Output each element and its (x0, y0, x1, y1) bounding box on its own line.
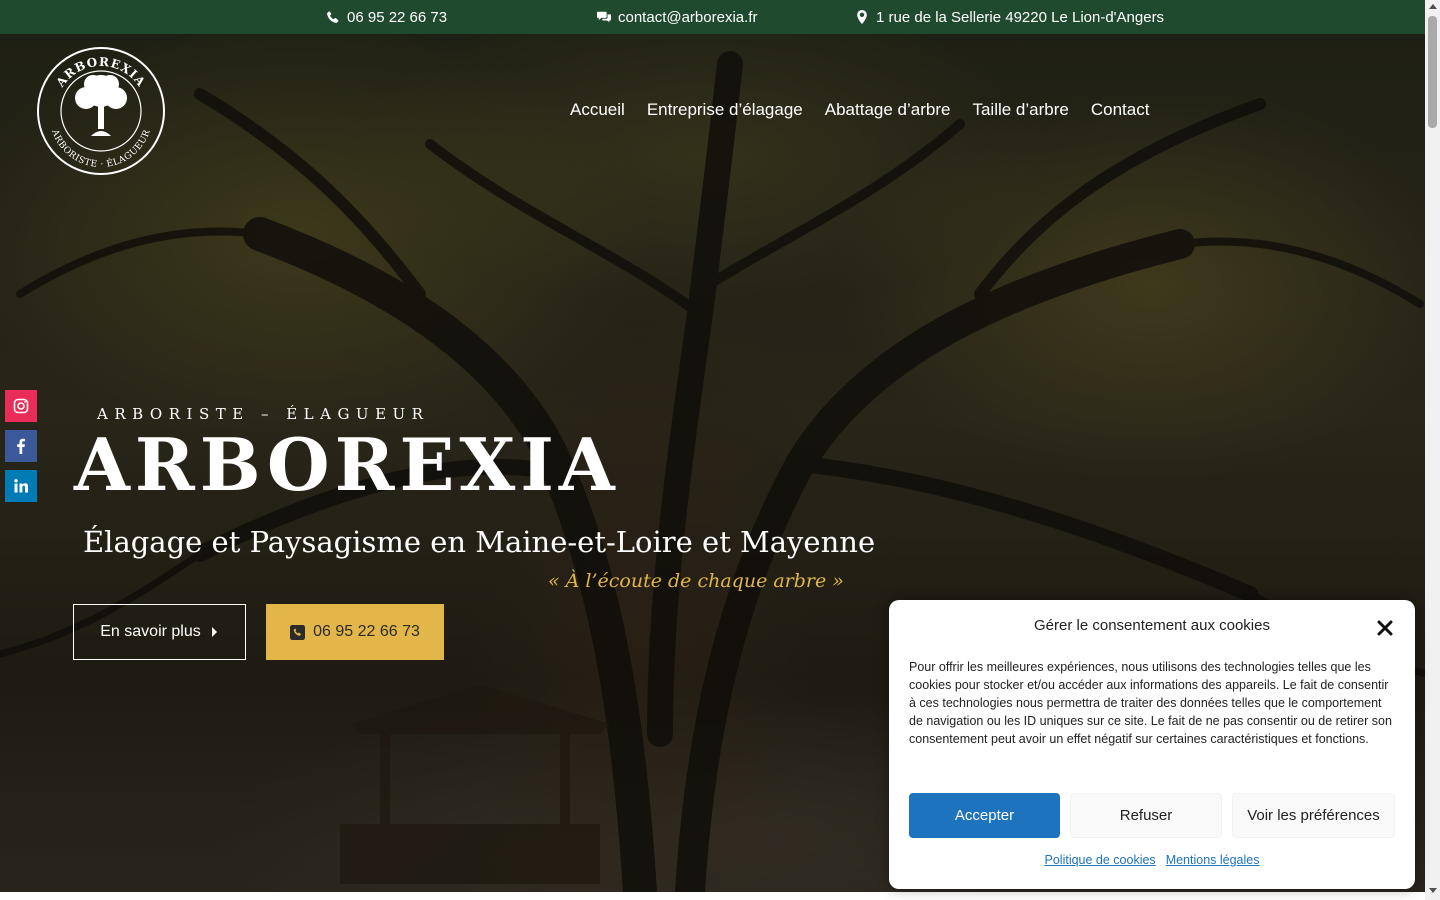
page-bottom-edge (0, 892, 1425, 900)
accept-cookies-button[interactable]: Accepter (909, 793, 1060, 838)
topbar-address-text: 1 rue de la Sellerie 49220 Le Lion-d'Ang… (876, 8, 1165, 26)
nav-item-entreprise-elagage[interactable]: Entreprise d’élagage (647, 100, 803, 120)
chat-icon (597, 11, 611, 23)
hero-brand-title: ARBOREXIA (74, 422, 620, 507)
close-icon[interactable] (1376, 619, 1394, 637)
call-phone-label: 06 95 22 66 73 (313, 623, 420, 640)
scroll-down-arrow-icon[interactable] (1428, 888, 1437, 893)
facebook-icon (17, 438, 25, 454)
caret-right-icon (211, 627, 217, 637)
nav-item-contact[interactable]: Contact (1091, 100, 1150, 120)
refuse-cookies-button[interactable]: Refuser (1070, 793, 1222, 838)
hero-quote: « À l’écoute de chaque arbre » (548, 570, 844, 592)
scroll-up-arrow-icon[interactable] (1428, 4, 1437, 9)
hero-kicker: ARBORISTE – ÉLAGUEUR (97, 405, 430, 423)
nav-item-abattage-arbre[interactable]: Abattage d’arbre (825, 100, 951, 120)
topbar-address: 1 rue de la Sellerie 49220 Le Lion-d'Ang… (855, 0, 1164, 34)
page-scrollbar[interactable] (1425, 0, 1440, 900)
legal-notice-link[interactable]: Mentions légales (1166, 853, 1260, 867)
top-contact-bar: 06 95 22 66 73 contact@arborexia.fr 1 ru… (0, 0, 1425, 34)
phone-square-icon (290, 624, 306, 640)
logo-emblem: ARBOREXIA ARBORISTE · ÉLAGUEUR (37, 47, 165, 175)
main-navigation: Accueil Entreprise d’élagage Abattage d’… (570, 100, 1149, 120)
cookie-policy-link[interactable]: Politique de cookies (1045, 853, 1156, 867)
map-pin-icon (857, 10, 867, 24)
cookie-dialog-title: Gérer le consentement aux cookies (1034, 617, 1270, 634)
nav-item-accueil[interactable]: Accueil (570, 100, 625, 120)
learn-more-button[interactable]: En savoir plus (73, 604, 246, 660)
scrollbar-thumb[interactable] (1428, 16, 1437, 128)
instagram-icon (13, 398, 29, 414)
phone-icon (327, 11, 339, 23)
topbar-phone-text: 06 95 22 66 73 (347, 8, 448, 26)
social-instagram-button[interactable] (5, 390, 37, 422)
cookie-links: Politique de cookies Mentions légales (889, 853, 1415, 867)
linkedin-icon (14, 479, 28, 493)
cookie-preferences-button[interactable]: Voir les préférences (1232, 793, 1395, 838)
topbar-email-text: contact@arborexia.fr (618, 8, 758, 26)
learn-more-label: En savoir plus (100, 623, 201, 640)
topbar-phone[interactable]: 06 95 22 66 73 (326, 0, 447, 34)
nav-item-taille-arbre[interactable]: Taille d’arbre (972, 100, 1068, 120)
cookie-dialog-text: Pour offrir les meilleures expériences, … (909, 660, 1392, 746)
topbar-email[interactable]: contact@arborexia.fr (597, 0, 757, 34)
hero-subtitle: Élagage et Paysagisme en Maine-et-Loire … (83, 525, 876, 559)
cookie-consent-dialog: Gérer le consentement aux cookies Pour o… (889, 600, 1415, 889)
social-linkedin-button[interactable] (5, 470, 37, 502)
social-facebook-button[interactable] (5, 430, 37, 462)
site-logo[interactable]: ARBOREXIA ARBORISTE · ÉLAGUEUR (36, 46, 166, 176)
call-phone-button[interactable]: 06 95 22 66 73 (266, 604, 444, 660)
